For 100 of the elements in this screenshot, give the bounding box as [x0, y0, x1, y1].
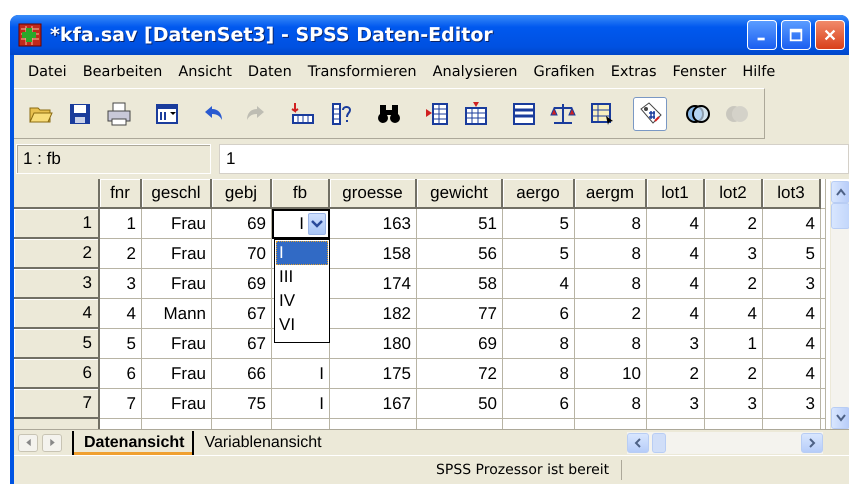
row-header[interactable]: 6 [14, 359, 100, 389]
table-cell: 2 [100, 239, 142, 269]
table-cell: I [272, 359, 330, 389]
table-cell: 69 [212, 209, 272, 239]
table-cell: I [272, 389, 330, 419]
table-cell: 8 [575, 269, 647, 299]
close-button[interactable] [815, 20, 845, 50]
chevron-up-icon[interactable] [836, 188, 846, 196]
dropdown-option[interactable]: I [276, 241, 328, 265]
column-header[interactable]: gewicht [417, 179, 503, 209]
column-header[interactable]: lot3 [763, 179, 821, 209]
dropdown-option[interactable]: VI [276, 313, 328, 337]
cell-value-field[interactable]: 1 [219, 144, 849, 174]
dropdown-list[interactable]: I III IV VI [274, 239, 330, 343]
table-cell: 4 [647, 209, 705, 239]
menu-item[interactable]: Transformieren [300, 62, 425, 82]
row-header[interactable]: 1 [14, 209, 100, 239]
dropdown-option[interactable]: III [276, 265, 328, 289]
column-header[interactable]: gebj [212, 179, 272, 209]
minimize-button[interactable] [747, 20, 777, 50]
insert-column-icon[interactable] [463, 101, 489, 127]
table-cell: 2 [705, 209, 763, 239]
menu-item[interactable]: Fenster [664, 62, 734, 82]
table-cell: 174 [330, 269, 417, 299]
chevron-left-icon[interactable] [634, 438, 642, 448]
column-header[interactable]: aergo [503, 179, 575, 209]
arrow-table-icon[interactable] [289, 101, 315, 127]
triangle-right-icon[interactable] [48, 438, 56, 447]
printer-icon[interactable] [106, 101, 132, 127]
table-cell: 5 [503, 209, 575, 239]
table-cell: 4 [763, 299, 821, 329]
column-header[interactable]: geschl [142, 179, 212, 209]
table-cell: 8 [575, 239, 647, 269]
dropdown-option[interactable]: IV [276, 289, 328, 313]
scroll-up-button[interactable] [831, 181, 849, 203]
column-header[interactable]: groesse [330, 179, 417, 209]
chevron-down-icon[interactable] [311, 219, 323, 229]
tab[interactable]: Variablenansicht [192, 430, 330, 454]
column-header[interactable]: aergm [575, 179, 647, 209]
table-cell: 67 [212, 299, 272, 329]
table-cell: 3 [763, 389, 821, 419]
scrollbar-thumb[interactable] [652, 432, 666, 452]
table-cell: 8 [575, 329, 647, 359]
table-cell: 6 [100, 359, 142, 389]
table-cell: 8 [575, 389, 647, 419]
menu-item[interactable]: Analysieren [424, 62, 526, 82]
table-cell: 5 [100, 329, 142, 359]
menu-item[interactable]: Ansicht [170, 62, 240, 82]
row-header[interactable]: 5 [14, 329, 100, 359]
table-cell: 75 [212, 389, 272, 419]
insert-row-icon[interactable] [424, 101, 450, 127]
menu-item[interactable]: Extras [602, 62, 665, 82]
scales-icon[interactable] [550, 101, 576, 127]
column-header[interactable]: fnr [100, 179, 142, 209]
table-cell: 180 [330, 329, 417, 359]
table-cell: 4 [763, 329, 821, 359]
table-cell: 5 [763, 239, 821, 269]
maximize-icon[interactable] [788, 26, 804, 44]
tab-scroll-right-button[interactable] [42, 434, 62, 452]
scrollbar-thumb[interactable] [831, 203, 849, 229]
row-header[interactable]: 3 [14, 269, 100, 299]
chevron-down-icon[interactable] [836, 414, 846, 422]
row-header[interactable]: 7 [14, 389, 100, 419]
scroll-left-button[interactable] [627, 432, 649, 452]
table-cell: Frau [142, 269, 212, 299]
table-cell: 4 [705, 299, 763, 329]
dialog-icon[interactable] [154, 101, 180, 127]
table-cell: 77 [417, 299, 503, 329]
menu-item[interactable]: Bearbeiten [74, 62, 170, 82]
table-cell: Frau [142, 389, 212, 419]
maximize-button[interactable] [781, 20, 811, 50]
table-cell: 3 [100, 269, 142, 299]
column-header[interactable]: fb [272, 179, 330, 209]
table-cell: 3 [705, 389, 763, 419]
split-table-icon[interactable] [511, 101, 537, 127]
row-header[interactable]: 2 [14, 239, 100, 269]
table-cell: 5 [503, 239, 575, 269]
table-cell: 1 [705, 329, 763, 359]
row-header[interactable]: 4 [14, 299, 100, 329]
table-cell: 4 [503, 269, 575, 299]
table-cell: Frau [142, 359, 212, 389]
table-cell: 58 [417, 269, 503, 299]
table-cell: 72 [417, 359, 503, 389]
chevron-right-icon[interactable] [808, 438, 816, 448]
menu-item[interactable]: Hilfe [734, 62, 784, 82]
triangle-left-icon[interactable] [24, 438, 32, 447]
table-cell: 51 [417, 209, 503, 239]
table-cell: 6 [503, 389, 575, 419]
menu-item[interactable]: Daten [240, 62, 300, 82]
dropdown-cell[interactable]: I [272, 209, 330, 239]
tab[interactable]: Datenansicht [72, 430, 192, 454]
menu-item[interactable]: Datei [20, 62, 75, 82]
scroll-down-button[interactable] [831, 407, 849, 429]
scroll-right-button[interactable] [801, 432, 823, 452]
table-cell: Frau [142, 239, 212, 269]
column-header[interactable]: lot1 [647, 179, 705, 209]
tab-scroll-left-button[interactable] [18, 434, 38, 452]
cell-reference-field[interactable]: 1 : fb [16, 144, 211, 174]
menu-item[interactable]: Grafiken [525, 62, 603, 82]
column-header[interactable]: lot2 [705, 179, 763, 209]
